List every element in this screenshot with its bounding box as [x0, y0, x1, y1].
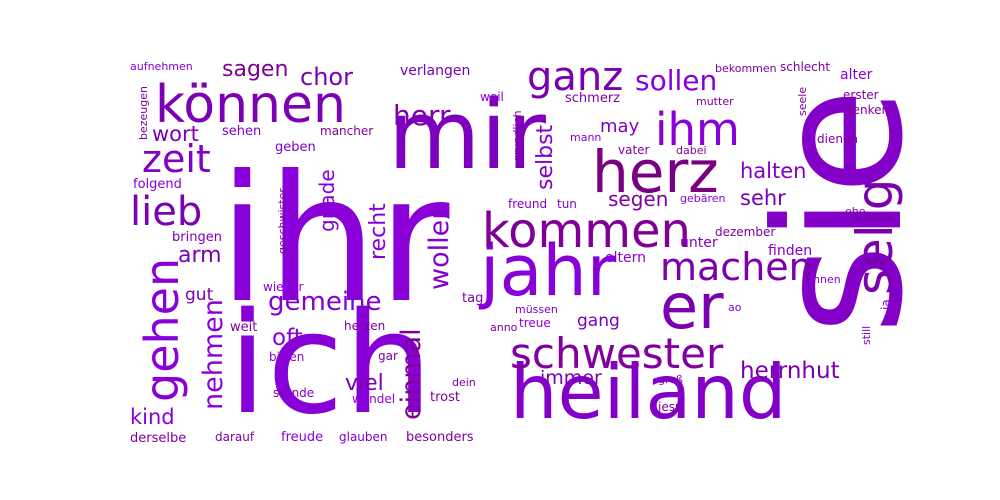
- cloud-word: dabei: [676, 144, 707, 157]
- word-cloud: ihr sieichmirheilandjahrkönnenerherzkomme…: [130, 54, 942, 446]
- cloud-word: gehen: [135, 258, 189, 402]
- cloud-word: verlangen: [400, 63, 470, 79]
- cloud-word: denken: [845, 103, 889, 117]
- cloud-word: halten: [740, 159, 806, 183]
- cloud-word: mann: [570, 131, 601, 144]
- cloud-word: weil: [480, 90, 504, 104]
- cloud-word: tag: [462, 291, 483, 306]
- cloud-word: bringen: [172, 230, 222, 245]
- cloud-word: jesu: [657, 400, 683, 414]
- cloud-word: arm: [178, 243, 222, 268]
- cloud-word: finden: [768, 243, 812, 259]
- cloud-word: anno: [490, 321, 518, 334]
- cloud-word: besonders: [406, 430, 474, 445]
- cloud-word: alter: [840, 67, 873, 83]
- cloud-word: sehr: [740, 186, 786, 210]
- cloud-word: freund: [508, 197, 547, 211]
- cloud-word: seele: [796, 87, 809, 116]
- cloud-word: kind: [130, 405, 175, 429]
- cloud-word: immer: [540, 367, 602, 389]
- cloud-word: folgend: [133, 177, 182, 192]
- cloud-word: selig: [846, 179, 904, 295]
- cloud-word: vater: [618, 143, 650, 157]
- cloud-word: recht: [366, 203, 391, 260]
- cloud-word: grundlich: [511, 110, 524, 162]
- cloud-word: müssen: [515, 303, 558, 316]
- cloud-word: gar: [378, 349, 398, 363]
- cloud-word: weit: [230, 320, 257, 335]
- cloud-word: wieder: [263, 280, 304, 294]
- cloud-word: dienen: [817, 132, 858, 146]
- cloud-word: freude: [281, 430, 323, 445]
- cloud-word: wort: [152, 122, 199, 146]
- cloud-word: schlecht: [780, 60, 830, 74]
- cloud-word: herzen: [344, 319, 385, 333]
- cloud-word: gang: [577, 311, 620, 331]
- cloud-word: lieb: [130, 189, 202, 235]
- cloud-word: erster: [843, 88, 879, 102]
- cloud-word: sie: [739, 88, 942, 335]
- cloud-word: wandel: [352, 392, 395, 406]
- cloud-word: ihnen: [810, 273, 841, 286]
- cloud-word: eltern: [605, 250, 646, 266]
- cloud-word: sagen: [222, 57, 288, 82]
- cloud-word: gut: [185, 285, 214, 305]
- cloud-word: bekommen: [715, 62, 777, 75]
- cloud-word: bitten: [269, 350, 304, 364]
- cloud-word: oft: [272, 325, 303, 351]
- cloud-word: chor: [300, 63, 353, 91]
- cloud-word: einmal: [396, 328, 427, 420]
- cloud-word: selbst: [533, 124, 558, 190]
- cloud-word: dein: [452, 376, 476, 389]
- cloud-word: ja: [879, 299, 893, 311]
- cloud-word: mutter: [696, 95, 734, 108]
- cloud-word: geschwister: [276, 188, 289, 254]
- cloud-word: sehen: [222, 124, 261, 139]
- cloud-word: herrnhut: [740, 358, 840, 384]
- cloud-word: ao: [728, 301, 742, 314]
- cloud-word: dezember: [715, 225, 775, 239]
- cloud-word: nehmen: [198, 299, 229, 410]
- cloud-word: derselbe: [130, 431, 186, 446]
- cloud-word: trost: [430, 390, 460, 405]
- cloud-word: stunde: [273, 386, 314, 400]
- cloud-word: groß: [658, 373, 683, 386]
- cloud-word: sollen: [635, 64, 717, 97]
- cloud-word: schmerz: [565, 91, 620, 106]
- cloud-word: wollen: [424, 203, 455, 290]
- cloud-word: treue: [519, 316, 551, 330]
- cloud-word: ehe: [845, 205, 866, 218]
- cloud-word: gebären: [680, 192, 726, 205]
- cloud-word: bezeugen: [137, 86, 150, 140]
- cloud-word: geben: [275, 140, 316, 155]
- cloud-word: tun: [557, 197, 577, 211]
- cloud-word: segen: [608, 187, 668, 211]
- cloud-word: herr: [393, 99, 451, 132]
- cloud-word: darauf: [215, 430, 255, 444]
- cloud-word: mancher: [320, 124, 373, 138]
- cloud-word: may: [600, 116, 640, 137]
- cloud-word: gnade: [315, 169, 339, 232]
- cloud-word: aufnehmen: [130, 60, 193, 73]
- cloud-word: unter: [680, 235, 718, 251]
- cloud-word: still: [860, 326, 873, 345]
- cloud-word: glauben: [339, 430, 388, 444]
